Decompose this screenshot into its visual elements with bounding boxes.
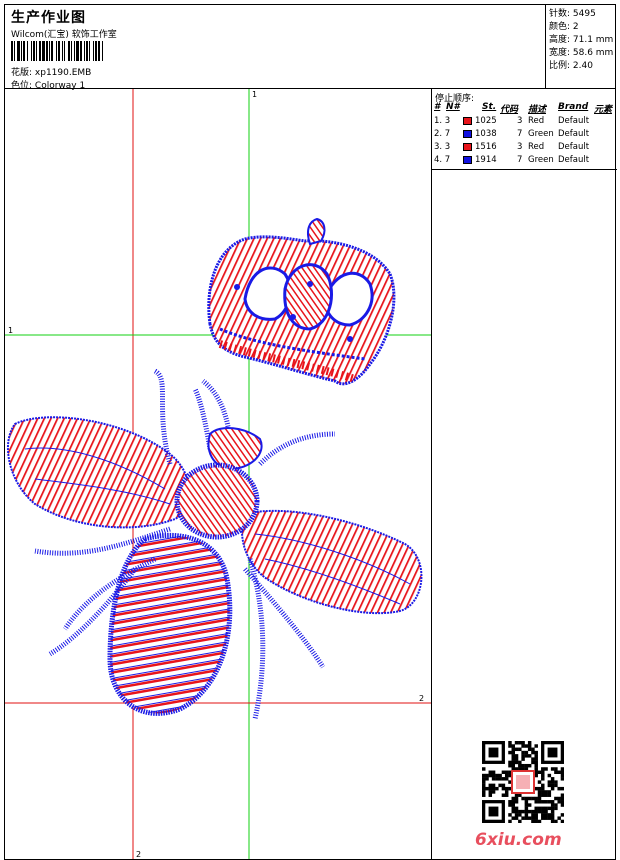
row-desc: Green (528, 129, 554, 139)
row-code: 3 (517, 116, 523, 126)
guide-label-top: 1 (252, 90, 257, 99)
col-num: # (434, 102, 441, 112)
design-label: 花版: (11, 68, 33, 78)
design-scale: 比例: 2.40 (549, 61, 593, 71)
watermark-logo: 6xiu.com (475, 830, 562, 850)
row-brand: Default (558, 155, 590, 165)
table-row: 1. 3 1025 3 Red Default (432, 115, 617, 128)
design-height: 高度: 71.1 mm (549, 35, 614, 45)
col-brand: Brand (558, 102, 589, 112)
stop-sequence-header: # N# St. 代码 描述 Brand 元素 (432, 101, 617, 115)
design-info: 花版: xp1190.EMB (11, 65, 91, 78)
design-canvas[interactable]: 1 1 2 2 (4, 88, 432, 860)
row-code: 7 (517, 155, 523, 165)
color-swatch (463, 130, 472, 138)
row-desc: Red (528, 116, 545, 126)
col-desc: 描述 (528, 105, 547, 115)
row-index: 2. 7 (434, 129, 451, 139)
table-row: 4. 7 1914 7 Green Default (432, 154, 617, 167)
row-code: 7 (517, 129, 523, 139)
stats-panel: 针数: 5495 颜色: 2 高度: 71.1 mm 宽度: 58.6 mm 比… (545, 4, 617, 89)
row-stitches: 1516 (475, 142, 497, 152)
crown-embroidery (207, 217, 396, 386)
color-swatch (463, 143, 472, 151)
guide-label-bottom: 2 (136, 850, 141, 859)
barcode-image (11, 41, 103, 61)
row-brand: Default (558, 116, 590, 126)
table-row: 3. 3 1516 3 Red Default (432, 141, 617, 154)
row-index: 1. 3 (434, 116, 451, 126)
guide-label-left: 1 (8, 326, 13, 335)
bee-embroidery (6, 368, 423, 720)
col-n: N# (446, 102, 460, 112)
panel-divider (432, 169, 617, 170)
row-stitches: 1025 (475, 116, 497, 126)
company-name: Wilcom(汇宝) 软饰工作室 (11, 30, 117, 40)
row-index: 4. 7 (434, 155, 451, 165)
design-value: xp1190.EMB (34, 68, 92, 78)
design-width: 宽度: 58.6 mm (549, 48, 614, 58)
row-desc: Green (528, 155, 554, 165)
row-stitches: 1038 (475, 129, 497, 139)
row-code: 3 (517, 142, 523, 152)
color-swatch (463, 117, 472, 125)
table-row: 2. 7 1038 7 Green Default (432, 128, 617, 141)
row-stitches: 1914 (475, 155, 497, 165)
row-brand: Default (558, 142, 590, 152)
col-st: St. (482, 102, 497, 112)
page-title: 生产作业图 (11, 10, 86, 26)
embroidery-preview: 1 1 2 2 (5, 89, 431, 859)
color-swatch (463, 156, 472, 164)
row-brand: Default (558, 129, 590, 139)
row-index: 3. 3 (434, 142, 451, 152)
qr-code-image (482, 741, 564, 823)
col-code: 代码 (500, 105, 519, 115)
color-count: 颜色: 2 (549, 22, 579, 32)
header-panel: 生产作业图 Wilcom(汇宝) 软饰工作室 花版: xp1190.EMB 色位… (4, 4, 616, 91)
stitch-count: 针数: 5495 (549, 9, 596, 19)
row-desc: Red (528, 142, 545, 152)
col-elem: 元素 (594, 105, 613, 115)
stop-sequence-panel: 停止顺序: # N# St. 代码 描述 Brand 元素 1. 3 1025 3 R… (431, 88, 617, 860)
guide-label-right: 2 (419, 694, 424, 703)
